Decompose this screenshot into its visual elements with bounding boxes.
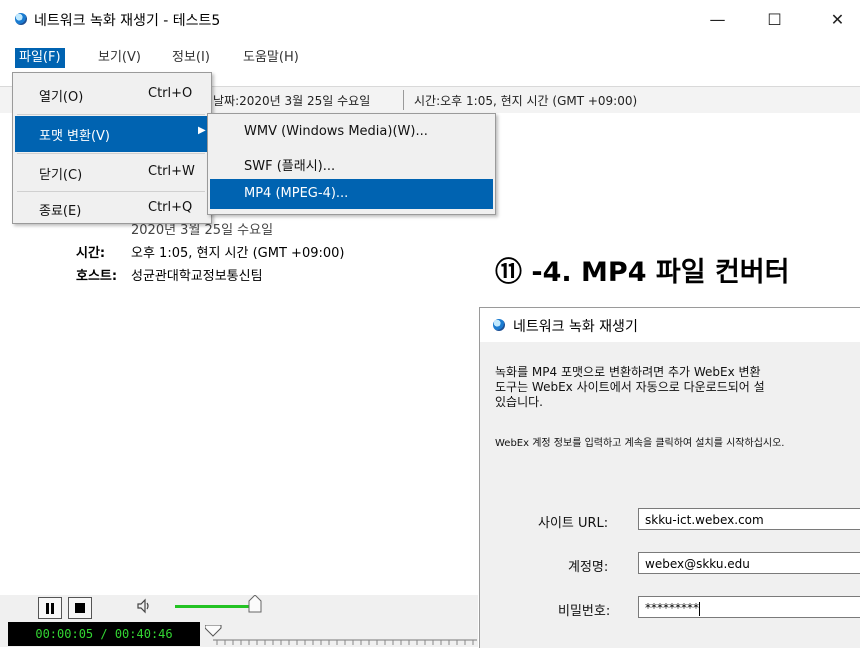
menu-item-open[interactable]: 열기(O) Ctrl+O [15,77,207,113]
timeline-scrubber[interactable] [204,624,477,647]
menu-help[interactable]: 도움말(H) [239,48,303,68]
account-input[interactable]: webex@skku.edu [638,552,860,574]
playback-time: 00:00:05 / 00:40:46 [8,622,200,646]
menu-item-exit[interactable]: 종료(E) Ctrl+Q [15,191,207,227]
submenu-arrow-icon: ▶ [198,125,206,136]
password-value: ********* [645,601,699,615]
detail-host-label: 호스트: [76,269,118,284]
menu-item-close[interactable]: 닫기(C) Ctrl+W [15,155,207,191]
player-controls: 00:00:05 / 00:40:46 [0,594,478,647]
submenu-item-swf-label: SWF (플래시)... [244,159,336,174]
stop-button[interactable] [68,597,92,619]
dialog-title: 네트워크 녹화 재생기 [513,319,638,335]
menu-bar: 파일(F) 보기(V) 정보(I) 도움말(H) [0,44,860,72]
menu-item-close-label: 닫기(C) [39,168,83,183]
volume-slider-handle[interactable] [248,594,262,613]
submenu-item-mp4[interactable]: MP4 (MPEG-4)... [210,179,493,209]
menu-info[interactable]: 정보(I) [168,48,214,68]
menu-separator [17,114,205,115]
speaker-icon[interactable] [136,598,152,618]
info-divider [403,90,404,110]
app-logo-icon [493,319,505,331]
stop-icon [75,603,85,613]
menu-item-open-label: 열기(O) [39,90,84,105]
converter-dialog: 네트워크 녹화 재생기 녹화를 MP4 포맷으로 변환하려면 추가 WebEx … [479,307,860,648]
menu-item-exit-shortcut: Ctrl+Q [148,200,193,215]
menu-view[interactable]: 보기(V) [94,48,145,68]
dialog-body: 녹화를 MP4 포맷으로 변환하려면 추가 WebEx 변환 도구는 WebEx… [480,342,860,648]
menu-item-convert-format[interactable]: 포맷 변환(V) ▶ [15,116,207,152]
submenu-item-wmv-label: WMV (Windows Media)(W)... [244,124,428,139]
dialog-instruction: WebEx 계정 정보를 입력하고 계속을 클릭하여 설치를 시작하십시오. [495,438,785,449]
pause-button[interactable] [38,597,62,619]
submenu-item-wmv[interactable]: WMV (Windows Media)(W)... [210,117,493,147]
password-label: 비밀번호: [558,604,611,619]
menu-item-convert-label: 포맷 변환(V) [39,129,111,144]
site-url-input[interactable]: skku-ict.webex.com [638,508,860,530]
submenu-item-mp4-label: MP4 (MPEG-4)... [244,186,349,201]
section-heading: ⑪ -4. MP4 파일 컨버터 [495,257,790,288]
convert-format-submenu: WMV (Windows Media)(W)... SWF (플래시)... M… [207,113,496,215]
window-title: 네트워크 녹화 재생기 - 테스트5 [34,13,221,29]
detail-time-value: 오후 1:05, 현지 시간 (GMT +09:00) [131,246,345,261]
dialog-title-bar[interactable]: 네트워크 녹화 재생기 [480,308,860,342]
password-input[interactable]: ********* [638,596,860,618]
minimize-button[interactable]: — [695,4,740,34]
title-bar[interactable]: 네트워크 녹화 재생기 - 테스트5 — ☐ ✕ [0,0,860,40]
dialog-description-line3: 있습니다. [495,395,543,409]
maximize-button[interactable]: ☐ [752,4,797,34]
submenu-item-swf[interactable]: SWF (플래시)... [210,148,493,178]
menu-separator [17,153,205,154]
account-label: 계정명: [568,560,609,575]
close-button[interactable]: ✕ [815,4,860,34]
pause-icon [46,602,54,614]
text-cursor [699,601,700,616]
menu-item-close-shortcut: Ctrl+W [148,164,195,179]
file-menu-dropdown: 열기(O) Ctrl+O 포맷 변환(V) ▶ 닫기(C) Ctrl+W 종료(… [12,72,212,224]
menu-file[interactable]: 파일(F) [15,48,65,68]
menu-item-open-shortcut: Ctrl+O [148,86,193,101]
site-url-label: 사이트 URL: [538,516,609,531]
menu-item-exit-label: 종료(E) [39,204,82,219]
detail-host-value: 성균관대학교정보통신팀 [131,269,263,284]
detail-time-label: 시간: [76,246,106,261]
info-date: 날짜:2020년 3월 25일 수요일 [213,94,371,108]
info-time: 시간:오후 1:05, 현지 시간 (GMT +09:00) [414,94,638,108]
volume-slider-track[interactable] [175,605,255,608]
app-logo-icon [15,13,27,25]
